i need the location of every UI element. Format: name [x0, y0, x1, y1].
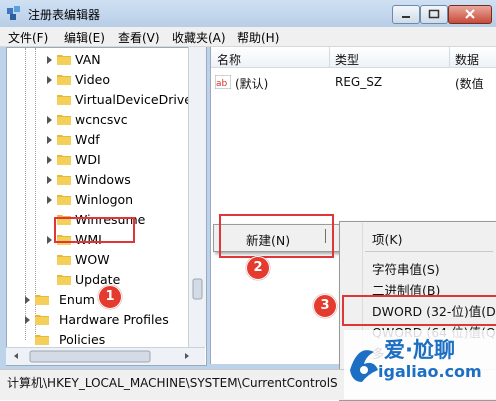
expand-arrow-icon[interactable] — [25, 296, 30, 304]
registry-path: 计算机\HKEY_LOCAL_MACHINE\SYSTEM\CurrentCon… — [7, 376, 338, 390]
menu-view[interactable]: 查看(V) — [118, 29, 160, 46]
folder-icon — [57, 195, 71, 205]
watermark-text: 爱·尬聊 — [384, 338, 455, 362]
watermark-url: igaliao.com — [378, 362, 482, 381]
registry-editor-window: 注册表编辑器 文件(F) 编辑(E) 查看(V) 收藏夹(A) 帮助(H) VA… — [0, 0, 496, 401]
tree-item-label: WDI — [75, 152, 101, 167]
value-data: (数值 — [455, 77, 484, 91]
tree-item-label: Video — [75, 72, 111, 87]
expand-arrow-icon[interactable] — [47, 196, 52, 204]
minimize-button[interactable] — [392, 5, 420, 24]
folder-icon — [57, 115, 71, 125]
tree-item-windows[interactable]: Windows — [47, 171, 187, 189]
tree-item-label: wcncsvc — [75, 112, 128, 127]
expand-arrow-icon[interactable] — [47, 56, 52, 64]
column-header-row: 名称 类型 数据 — [211, 47, 496, 68]
close-button[interactable] — [448, 5, 492, 24]
menu-item-string-value[interactable]: 字符串值(S) — [372, 259, 440, 278]
tree-item-wdi[interactable]: WDI — [47, 151, 187, 169]
maximize-icon — [428, 9, 440, 19]
expand-arrow-icon[interactable] — [47, 136, 52, 144]
tree-item-label: WOW — [75, 252, 110, 267]
title-bar: 注册表编辑器 — [0, 0, 496, 28]
tree-item-winlogon[interactable]: Winlogon — [47, 191, 187, 209]
folder-icon — [57, 255, 71, 265]
folder-icon — [35, 335, 49, 345]
folder-icon — [57, 55, 71, 65]
menu-item-key[interactable]: 项(K) — [372, 229, 402, 248]
expand-arrow-icon[interactable] — [47, 236, 52, 244]
menu-separator — [365, 251, 493, 252]
folder-icon — [57, 95, 71, 105]
tree-vertical-scrollbar[interactable] — [188, 47, 206, 347]
menu-edit[interactable]: 编辑(E) — [64, 29, 105, 46]
string-value-icon: ab — [215, 75, 231, 89]
folder-icon — [57, 135, 71, 145]
registry-tree-pane[interactable]: VAN Video VirtualDeviceDriver wcncsvc Wd… — [6, 47, 207, 366]
window-title: 注册表编辑器 — [28, 8, 101, 22]
expand-arrow-icon[interactable] — [47, 156, 52, 164]
tree-item-label: Hardware Profiles — [59, 312, 169, 327]
tree-item-label: Windows — [75, 172, 131, 187]
tree-item-virtualdevicedriver[interactable]: VirtualDeviceDriver — [47, 91, 198, 109]
tree-item-label: Policies — [59, 332, 106, 347]
expand-arrow-icon[interactable] — [47, 176, 52, 184]
column-name[interactable]: 名称 — [217, 51, 241, 68]
expand-arrow-icon[interactable] — [47, 76, 52, 84]
menu-help[interactable]: 帮助(H) — [237, 29, 279, 46]
scroll-arrows-icon — [14, 350, 189, 363]
menu-bar: 文件(F) 编辑(E) 查看(V) 收藏夹(A) 帮助(H) — [0, 27, 496, 47]
tree-item-wcncsvc[interactable]: wcncsvc — [47, 111, 187, 129]
tree-item-van[interactable]: VAN — [47, 51, 187, 69]
tree-item-label: Enum — [59, 292, 95, 307]
highlight-dword-box — [342, 295, 496, 326]
menu-file[interactable]: 文件(F) — [8, 29, 48, 46]
column-data[interactable]: 数据 — [455, 51, 479, 68]
svg-text:ab: ab — [216, 79, 228, 89]
minimize-icon — [402, 16, 410, 18]
tree-item-wdf[interactable]: Wdf — [47, 131, 187, 149]
tree-item-label: VAN — [75, 52, 101, 67]
folder-icon — [57, 275, 71, 285]
tree-item-video[interactable]: Video — [47, 71, 187, 89]
tree-item-label: VirtualDeviceDriver — [75, 92, 198, 107]
tree-item-label: Winlogon — [75, 192, 134, 207]
registry-app-icon — [7, 6, 20, 20]
value-name[interactable]: (默认) — [235, 75, 268, 92]
folder-icon — [57, 155, 71, 165]
folder-icon — [57, 75, 71, 85]
tree-horizontal-scrollbar[interactable] — [6, 347, 205, 365]
tree-item-wow[interactable]: WOW — [47, 251, 187, 269]
column-type[interactable]: 类型 — [335, 51, 359, 68]
tree-item-label: Wdf — [75, 132, 100, 147]
folder-icon — [35, 315, 49, 325]
column-divider[interactable] — [329, 47, 330, 67]
step-marker-3: 3 — [313, 294, 337, 318]
maximize-button[interactable] — [420, 5, 448, 24]
menu-favorites[interactable]: 收藏夹(A) — [172, 29, 226, 46]
tree-item-hardware-profiles[interactable]: Hardware Profiles — [25, 311, 185, 329]
expand-arrow-icon[interactable] — [47, 116, 52, 124]
value-type: REG_SZ — [335, 75, 383, 89]
highlight-update-box — [54, 217, 135, 243]
expand-arrow-icon[interactable] — [25, 316, 30, 324]
folder-icon — [35, 295, 49, 305]
step-marker-1: 1 — [98, 285, 122, 309]
step-marker-2: 2 — [246, 256, 270, 280]
close-icon — [465, 9, 475, 19]
scroll-grip-icon — [192, 278, 203, 300]
column-divider[interactable] — [449, 47, 450, 67]
folder-icon — [57, 175, 71, 185]
highlight-new-box — [219, 214, 334, 258]
